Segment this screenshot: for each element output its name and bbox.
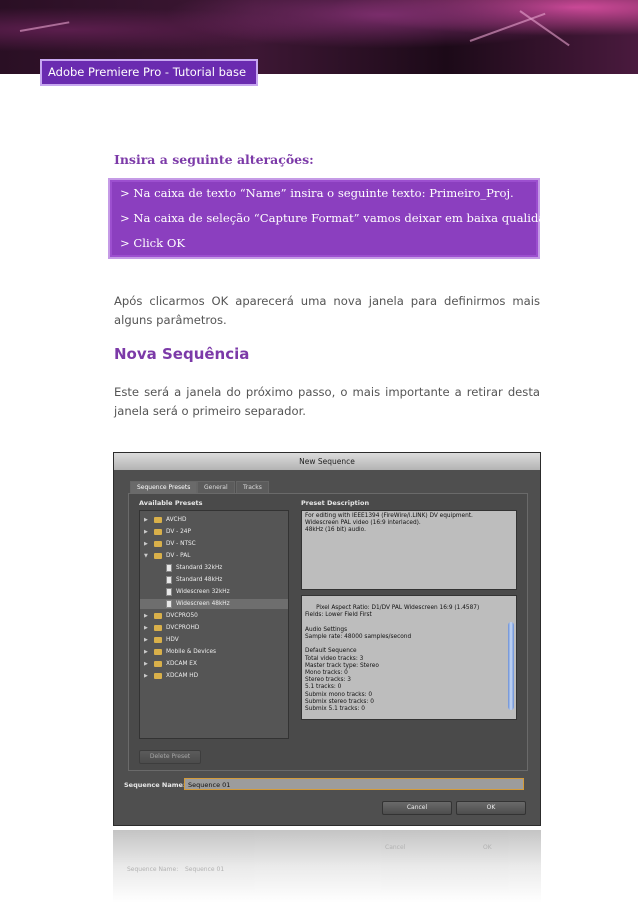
preset-item[interactable]: Widescreen 48kHz (140, 599, 288, 609)
banner-streak (469, 12, 546, 42)
folder-icon (154, 613, 162, 619)
preset-description-box: For editing with IEEE1394 (FireWire/i.LI… (301, 510, 517, 590)
preset-item[interactable]: Standard 32kHz (140, 563, 288, 573)
preset-label: DVCPRO50 (166, 613, 198, 619)
reflection-ok: OK (483, 844, 492, 851)
sequence-name-label: Sequence Name: (124, 781, 186, 789)
preset-label: Widescreen 48kHz (176, 601, 230, 607)
cancel-button[interactable]: Cancel (382, 801, 452, 815)
preset-item[interactable]: Widescreen 32kHz (140, 587, 288, 597)
presets-panel: Available Presets Preset Description ▶ AV… (128, 493, 528, 771)
presets-tree[interactable]: ▶ AVCHD ▶ DV - 24P ▶ DV - NTSC ▼ DV - PAL Standa… (139, 510, 289, 739)
folder-icon (154, 673, 162, 679)
paragraph-intro: Após clicarmos OK aparecerá uma nova jan… (114, 294, 540, 327)
folder-icon (154, 661, 162, 667)
chevron-right-icon[interactable]: ▶ (144, 659, 148, 669)
preset-label: HDV (166, 637, 179, 643)
chevron-right-icon[interactable]: ▶ (144, 527, 148, 537)
folder-icon (154, 649, 162, 655)
chevron-right-icon[interactable]: ▶ (144, 671, 148, 681)
preset-description-label: Preset Description (301, 499, 370, 507)
preset-label: DVCPROHD (166, 625, 200, 631)
scrollbar[interactable] (508, 622, 514, 710)
preset-details-box: Pixel Aspect Ratio: D1/DV PAL Widescreen… (301, 595, 517, 720)
tutorial-tag: Adobe Premiere Pro - Tutorial base 1 (40, 59, 258, 102)
preset-item[interactable]: Standard 48kHz (140, 575, 288, 585)
preset-details-text: Pixel Aspect Ratio: D1/DV PAL Widescreen… (305, 605, 480, 713)
preset-item[interactable]: ▼ DV - PAL (140, 551, 288, 561)
ok-button[interactable]: OK (456, 801, 526, 815)
folder-icon (154, 625, 162, 631)
preset-label: DV - PAL (166, 553, 191, 559)
preset-label: Standard 48kHz (176, 577, 223, 583)
instruction-line: > Click OK (120, 236, 186, 250)
chevron-right-icon[interactable]: ▶ (144, 647, 148, 657)
preset-label: XDCAM EX (166, 661, 197, 667)
preset-file-icon (166, 600, 172, 608)
preset-label: DV - NTSC (166, 541, 196, 547)
preset-label: DV - 24P (166, 529, 191, 535)
reflection-sequence-label: Sequence Name: (127, 866, 179, 873)
available-presets-label: Available Presets (139, 499, 203, 507)
dialog-reflection: Cancel OK Sequence Name: Sequence 01 (113, 830, 541, 903)
reflection-cancel: Cancel (385, 844, 406, 851)
dialog-title: New Sequence (114, 453, 540, 470)
folder-icon (154, 553, 162, 559)
preset-item[interactable]: ▶ DVCPROHD (140, 623, 288, 633)
chevron-down-icon[interactable]: ▼ (144, 551, 148, 561)
chevron-right-icon[interactable]: ▶ (144, 539, 148, 549)
preset-label: Widescreen 32kHz (176, 589, 230, 595)
preset-label: XDCAM HD (166, 673, 199, 679)
banner-streak (19, 21, 70, 32)
paragraph-explanation: Este será a janela do próximo passo, o m… (114, 385, 540, 418)
new-sequence-dialog: New Sequence Sequence Presets General Tr… (113, 452, 541, 826)
preset-item[interactable]: ▶ Mobile & Devices (140, 647, 288, 657)
preset-label: Standard 32kHz (176, 565, 223, 571)
instructions-box: > Na caixa de texto “Name” insira o segu… (108, 178, 563, 259)
reflection-sequence-value: Sequence 01 (185, 866, 225, 873)
section-title: Nova Sequência (114, 345, 250, 363)
instruction-line: > Na caixa de seleção “Capture Format” v… (120, 211, 564, 225)
instructions-title: Insira a seguinte alterações: (114, 152, 314, 167)
chevron-right-icon[interactable]: ▶ (144, 611, 148, 621)
folder-icon (154, 541, 162, 547)
preset-item[interactable]: ▶ DV - NTSC (140, 539, 288, 549)
banner-streak (519, 10, 570, 47)
instruction-line: > Na caixa de texto “Name” insira o segu… (120, 186, 514, 200)
preset-item[interactable]: ▶ XDCAM EX (140, 659, 288, 669)
preset-label: Mobile & Devices (166, 649, 217, 655)
preset-file-icon (166, 588, 172, 596)
preset-item[interactable]: ▶ AVCHD (140, 515, 288, 525)
chevron-right-icon[interactable]: ▶ (144, 635, 148, 645)
preset-item[interactable]: ▶ DVCPRO50 (140, 611, 288, 621)
preset-item[interactable]: ▶ XDCAM HD (140, 671, 288, 681)
preset-file-icon (166, 564, 172, 572)
folder-icon (154, 529, 162, 535)
delete-preset-button[interactable]: Delete Preset (139, 750, 201, 764)
preset-file-icon (166, 576, 172, 584)
chevron-right-icon[interactable]: ▶ (144, 623, 148, 633)
sequence-name-input[interactable]: Sequence 01 (184, 778, 524, 790)
folder-icon (154, 637, 162, 643)
preset-item[interactable]: ▶ DV - 24P (140, 527, 288, 537)
preset-label: AVCHD (166, 517, 187, 523)
folder-icon (154, 517, 162, 523)
chevron-right-icon[interactable]: ▶ (144, 515, 148, 525)
preset-item[interactable]: ▶ HDV (140, 635, 288, 645)
